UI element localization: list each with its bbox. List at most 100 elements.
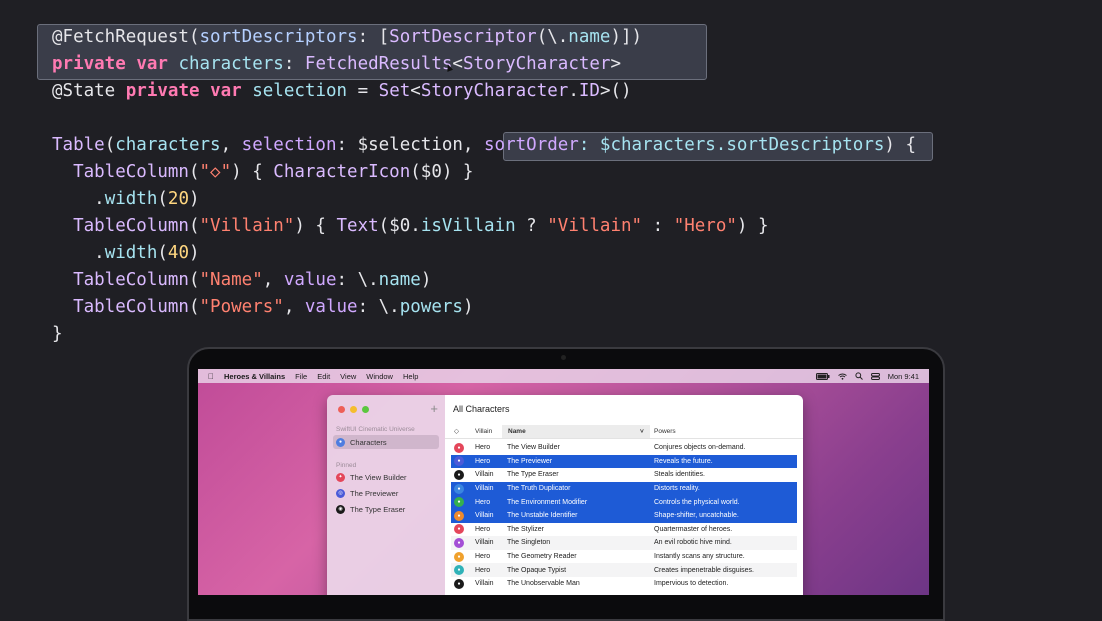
zoom-button[interactable] bbox=[362, 406, 369, 413]
powers-cell: Steals identities. bbox=[654, 471, 705, 479]
column-header-powers[interactable]: Powers bbox=[654, 425, 676, 438]
code-token: ( bbox=[188, 162, 200, 182]
table-row[interactable]: ● Hero The Geometry Reader Instantly scans … bbox=[451, 550, 797, 564]
character-icon: ● bbox=[454, 469, 464, 480]
powers-cell: Shape-shifter, uncatchable. bbox=[654, 512, 739, 520]
name-cell: The Environment Modifier bbox=[507, 498, 588, 506]
code-token: : $selection, bbox=[336, 135, 485, 155]
table-row[interactable]: ● Hero The Previewer Reveals the future. bbox=[451, 454, 797, 469]
sort-indicator-icon: ˅ bbox=[640, 428, 644, 435]
laptop-screen:  Heroes & Villains File Edit View Windo… bbox=[198, 369, 929, 595]
code-token: >() bbox=[599, 81, 632, 101]
code-token: StoryCharacter bbox=[462, 54, 611, 74]
code-token: sortOrder bbox=[484, 135, 579, 155]
table-row[interactable]: ● Villain The Unobservable Man Impervious t… bbox=[451, 577, 797, 591]
code-token: ID bbox=[578, 81, 600, 101]
code-token: value bbox=[304, 297, 358, 317]
sidebar-item-previewer[interactable]: ◎ The Previewer bbox=[333, 486, 439, 500]
table-row[interactable]: ● Villain The Truth Duplicator Distorts rea… bbox=[451, 481, 797, 496]
code-line: TableColumn("Name", value: \.name) bbox=[52, 267, 431, 294]
battery-icon[interactable] bbox=[815, 372, 830, 380]
column-header-icon[interactable]: ◇ bbox=[454, 425, 459, 438]
name-cell: The Geometry Reader bbox=[507, 553, 577, 561]
code-token: ( bbox=[188, 297, 200, 317]
table-row[interactable]: ● Hero The Stylizer Quartermaster of heroes… bbox=[451, 523, 797, 537]
character-icon: ● bbox=[454, 524, 464, 535]
powers-cell: Quartermaster of heroes. bbox=[654, 525, 733, 533]
code-token: StoryCharacter bbox=[420, 81, 569, 101]
menu-window[interactable]: Window bbox=[366, 372, 393, 381]
close-button[interactable] bbox=[338, 406, 345, 413]
code-token: value bbox=[283, 270, 337, 290]
code-token: name bbox=[568, 27, 611, 47]
hammer-icon: ✦ bbox=[336, 472, 345, 482]
sidebar-item-view-builder[interactable]: ✦ The View Builder bbox=[333, 470, 439, 484]
code-token: ) bbox=[189, 189, 200, 209]
code-token: TableColumn bbox=[52, 216, 189, 236]
code-token: "◇" bbox=[199, 162, 232, 182]
wifi-icon[interactable] bbox=[837, 373, 847, 380]
code-token: , bbox=[262, 270, 284, 290]
menu-help[interactable]: Help bbox=[403, 372, 418, 381]
camera-icon bbox=[561, 355, 566, 360]
code-token: ) bbox=[189, 243, 200, 263]
name-cell: The Unstable Identifier bbox=[507, 512, 578, 520]
code-token: selection bbox=[252, 81, 348, 101]
code-token: name bbox=[378, 270, 421, 290]
code-token: : \. bbox=[336, 270, 379, 290]
menu-file[interactable]: File bbox=[295, 372, 307, 381]
villain-cell: Hero bbox=[475, 444, 491, 452]
window-title: All Characters bbox=[453, 404, 510, 414]
character-icon: ● bbox=[454, 565, 464, 576]
code-token: private bbox=[125, 81, 200, 101]
code-token: ) { bbox=[884, 135, 916, 155]
code-line: .width(20) bbox=[52, 186, 200, 213]
character-icon: ● bbox=[454, 442, 464, 453]
column-header-name[interactable]: Name ˅ bbox=[502, 425, 650, 438]
table-row[interactable]: ● Villain The Type Eraser Steals identities… bbox=[451, 468, 797, 482]
minimize-button[interactable] bbox=[350, 406, 357, 413]
table-row[interactable]: ● Hero The View Builder Conjures objects on… bbox=[451, 441, 797, 455]
code-line: .width(40) bbox=[52, 240, 200, 267]
sidebar-item-characters[interactable]: ● Characters bbox=[333, 435, 439, 449]
code-token: < bbox=[410, 81, 421, 101]
villain-cell: Hero bbox=[475, 553, 491, 561]
table-row[interactable]: ● Villain The Singleton An evil robotic hiv… bbox=[451, 536, 797, 550]
search-icon[interactable] bbox=[855, 372, 863, 380]
table-row[interactable]: ● Hero The Opaque Typist Creates impenetrab… bbox=[451, 563, 797, 577]
control-center-icon[interactable] bbox=[870, 372, 880, 380]
sidebar-item-type-eraser[interactable]: ◉ The Type Eraser bbox=[333, 502, 439, 516]
table-row[interactable]: ● Villain The Unstable Identifier Shape-shi… bbox=[451, 508, 797, 523]
menu-edit[interactable]: Edit bbox=[317, 372, 330, 381]
villain-cell: Villain bbox=[475, 485, 494, 493]
code-token: ? bbox=[515, 216, 548, 236]
status-area: Mon 9:41 bbox=[815, 369, 919, 383]
powers-cell: An evil robotic hive mind. bbox=[654, 539, 732, 547]
table-header: ◇ Villain Name ˅ Powers bbox=[445, 425, 803, 439]
name-cell: The View Builder bbox=[507, 444, 560, 452]
code-token: "Hero" bbox=[673, 216, 737, 236]
column-header-villain[interactable]: Villain bbox=[475, 425, 492, 438]
code-line: TableColumn("Villain") { Text($0.isVilla… bbox=[52, 213, 768, 240]
name-cell: The Opaque Typist bbox=[507, 566, 567, 574]
app-window: + SwiftUI Cinematic Universe ● Character… bbox=[327, 395, 803, 595]
app-menu[interactable]: Heroes & Villains bbox=[224, 372, 285, 381]
character-icon: ● bbox=[454, 483, 464, 494]
menu-view[interactable]: View bbox=[340, 372, 356, 381]
table-row[interactable]: ● Hero The Environment Modifier Controls th… bbox=[451, 495, 797, 509]
code-token: var bbox=[210, 81, 242, 101]
code-token: ) bbox=[420, 270, 432, 290]
code-token: > bbox=[610, 54, 622, 74]
code-token: powers bbox=[399, 297, 463, 317]
villain-cell: Hero bbox=[475, 566, 491, 574]
code-line: TableColumn("◇") { CharacterIcon($0) } bbox=[52, 159, 473, 186]
code-token: Table bbox=[52, 135, 105, 155]
character-icon: ● bbox=[454, 551, 464, 562]
code-token: : [ bbox=[357, 27, 390, 47]
code-token: TableColumn bbox=[52, 162, 189, 182]
add-button[interactable]: + bbox=[430, 401, 438, 416]
code-token: , bbox=[283, 297, 305, 317]
name-cell: The Previewer bbox=[507, 457, 553, 465]
apple-menu-icon[interactable]:  bbox=[208, 372, 214, 381]
